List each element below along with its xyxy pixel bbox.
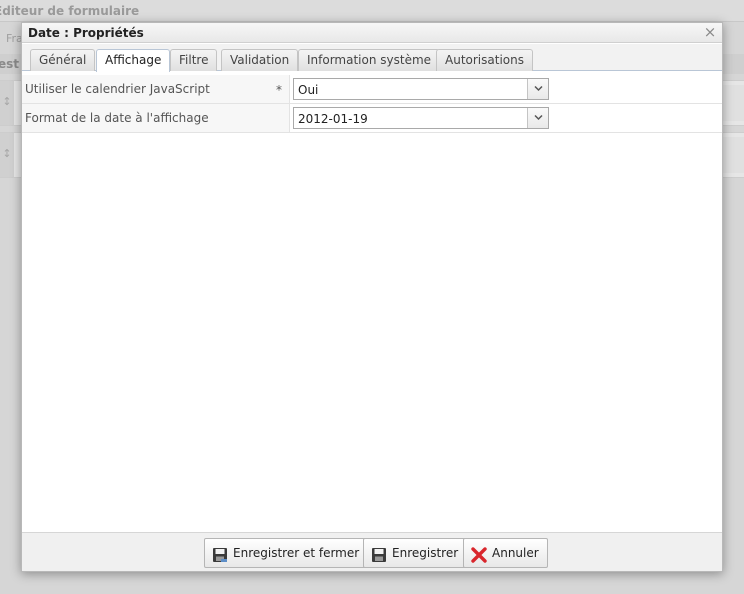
- calendar-select-value: Oui: [298, 83, 319, 97]
- chevron-down-icon[interactable]: [527, 79, 548, 99]
- background-row-cell: [722, 85, 744, 121]
- date-format-select-value: 2012-01-19: [298, 112, 368, 126]
- close-icon[interactable]: ×: [702, 24, 718, 40]
- save-button[interactable]: Enregistrer: [363, 538, 468, 568]
- dialog-footer: Enregistrer et fermer Enregistrer Annule…: [22, 532, 722, 571]
- properties-dialog: Date : Propriétés × Général Affichage Fi…: [21, 22, 723, 572]
- background-row-cell: [722, 137, 744, 173]
- properties-form: Utiliser le calendrier JavaScript * Oui …: [22, 75, 722, 133]
- tab-validation[interactable]: Validation: [221, 49, 299, 71]
- date-format-select[interactable]: 2012-01-19: [293, 107, 549, 129]
- dialog-header: Date : Propriétés ×: [22, 23, 722, 43]
- form-row-calendar: Utiliser le calendrier JavaScript * Oui: [22, 75, 722, 104]
- drag-handle-icon[interactable]: ↕: [0, 133, 14, 177]
- form-row-date-format: Format de la date à l'affichage 2012-01-…: [22, 104, 722, 133]
- tab-affichage[interactable]: Affichage: [96, 49, 171, 72]
- red-x-icon: [471, 545, 487, 563]
- dialog-title: Date : Propriétés: [28, 26, 144, 40]
- background-window-title: Éditeur de formulaire: [0, 4, 140, 18]
- cancel-button[interactable]: Annuler: [463, 538, 548, 568]
- tab-bar: Général Affichage Filtre Validation Info…: [22, 44, 722, 72]
- tab-general[interactable]: Général: [30, 49, 96, 71]
- required-marker: *: [276, 83, 282, 97]
- save-label: Enregistrer: [392, 546, 459, 560]
- tab-filtre[interactable]: Filtre: [170, 49, 218, 71]
- chevron-down-icon[interactable]: [527, 108, 548, 128]
- cancel-label: Annuler: [492, 546, 539, 560]
- tab-information-systeme[interactable]: Information système: [298, 49, 441, 71]
- calendar-select[interactable]: Oui: [293, 78, 549, 100]
- date-format-field-label: Format de la date à l'affichage: [25, 111, 209, 125]
- floppy-disk-icon: [212, 545, 228, 562]
- calendar-field-label: Utiliser le calendrier JavaScript: [25, 82, 210, 96]
- background-strip-text: est: [0, 57, 20, 71]
- tab-autorisations[interactable]: Autorisations: [436, 49, 533, 71]
- background-titlebar: Éditeur de formulaire: [0, 0, 744, 22]
- save-and-close-button[interactable]: Enregistrer et fermer: [204, 538, 369, 568]
- save-and-close-label: Enregistrer et fermer: [233, 546, 360, 560]
- floppy-disk-icon: [371, 545, 387, 562]
- drag-handle-icon[interactable]: ↕: [0, 81, 14, 125]
